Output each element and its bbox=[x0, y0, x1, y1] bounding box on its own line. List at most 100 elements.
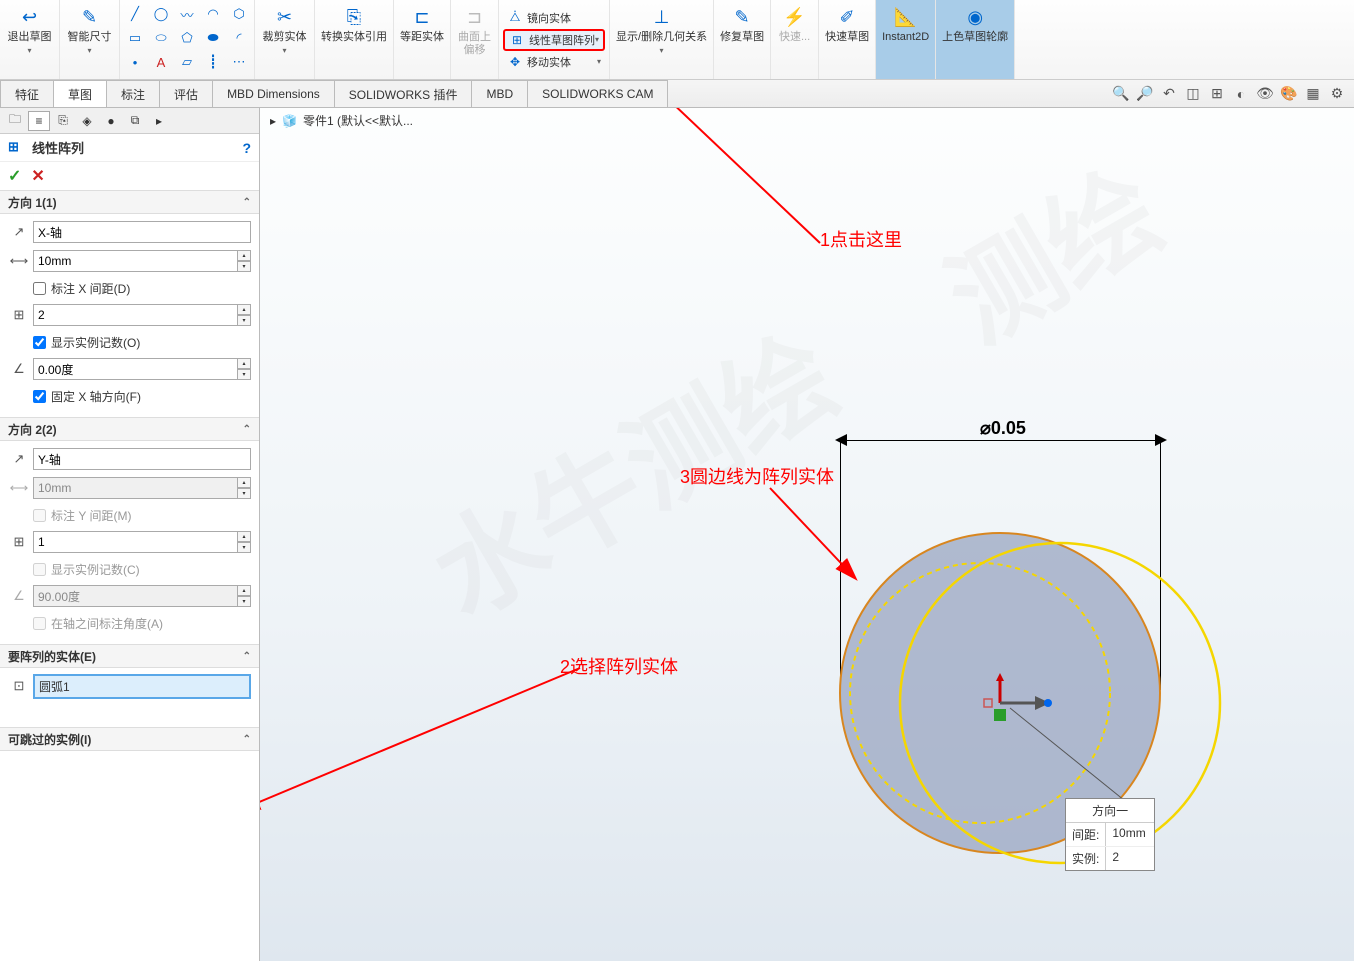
appearance-icon[interactable]: 🎨 bbox=[1280, 85, 1298, 103]
zoom-fit-icon[interactable]: 🔍 bbox=[1112, 85, 1130, 103]
expand-icon[interactable]: ▸ bbox=[270, 114, 276, 128]
count-icon: ⊞ bbox=[8, 304, 30, 326]
tab-addins[interactable]: SOLIDWORKS 插件 bbox=[334, 80, 473, 107]
dir1-angle-input[interactable] bbox=[33, 358, 238, 380]
heads-up-toolbar: 🔍 🔎 ↶ ◫ ⊞ ◐ 👁 🎨 ▦ ⚙ bbox=[1112, 80, 1354, 107]
exit-sketch-button[interactable]: ↩ 退出草图 ▾ bbox=[0, 0, 60, 79]
dir2-spacing-row: ⟷ ▴▾ bbox=[8, 476, 251, 500]
reverse-icon[interactable]: ↗ bbox=[8, 448, 30, 470]
tab-sketch[interactable]: 草图 bbox=[53, 80, 107, 107]
sketch-origin[interactable] bbox=[980, 673, 1060, 733]
zoom-area-icon[interactable]: 🔎 bbox=[1136, 85, 1154, 103]
tab-features[interactable]: 特征 bbox=[0, 80, 54, 107]
scene-icon[interactable]: ▦ bbox=[1304, 85, 1322, 103]
dir1-spacing-input[interactable] bbox=[33, 250, 238, 272]
polygon-icon[interactable]: ⬠ bbox=[174, 26, 200, 50]
dropdown-icon[interactable]: ▾ bbox=[595, 35, 599, 44]
dir2-axis-input[interactable] bbox=[33, 448, 251, 470]
entities-selection-box[interactable]: 圆弧1 bbox=[33, 674, 251, 699]
circle-icon[interactable]: ◯ bbox=[148, 2, 174, 26]
smart-dimension-button[interactable]: ✎ 智能尺寸 ▾ bbox=[60, 0, 120, 79]
fm-tab-hide[interactable]: ⧉ bbox=[124, 111, 146, 131]
group-dir1-body: ↗ ⟷ ▴▾ 标注 X 间距(D) ⊞ ▴▾ 显示实例记数(O) ∠ bbox=[0, 214, 259, 417]
dir1-dim-spacing-check[interactable] bbox=[33, 282, 46, 295]
offset-entities-button[interactable]: ⊏ 等距实体 bbox=[394, 0, 451, 79]
show-delete-rel-button[interactable]: ⊥ 显示/删除几何关系 ▾ bbox=[610, 0, 714, 79]
display-style-icon[interactable]: ◐ bbox=[1232, 85, 1250, 103]
repair-sketch-button[interactable]: ✎ 修复草图 bbox=[714, 0, 771, 79]
line-icon[interactable]: ╱ bbox=[122, 2, 148, 26]
more-icon[interactable]: ⋯ bbox=[226, 50, 252, 74]
dir1-show-instance-check[interactable] bbox=[33, 336, 46, 349]
surface-offset-button[interactable]: ⊐ 曲面上偏移 bbox=[451, 0, 499, 79]
offset-icon: ⊏ bbox=[410, 5, 434, 29]
dir2-show-instance-check bbox=[33, 563, 46, 576]
group-dir2-body: ↗ ⟷ ▴▾ 标注 Y 间距(M) ⊞ ▴▾ 显示实例记数(C) ∠ bbox=[0, 441, 259, 644]
repair-icon: ✎ bbox=[730, 5, 754, 29]
dir1-count-input[interactable] bbox=[33, 304, 238, 326]
reverse-icon[interactable]: ↗ bbox=[8, 221, 30, 243]
tab-mbd-dim[interactable]: MBD Dimensions bbox=[212, 80, 335, 107]
convert-icon: ⎘ bbox=[342, 5, 366, 29]
text-icon[interactable]: A bbox=[148, 50, 174, 74]
diameter-dimension[interactable]: ⌀0.05 bbox=[980, 418, 1026, 439]
pattern-info-box[interactable]: 方向一 间距:10mm 实例:2 bbox=[1065, 798, 1155, 871]
tab-cam[interactable]: SOLIDWORKS CAM bbox=[527, 80, 668, 107]
group-dir1-header[interactable]: 方向 1(1)⌃ bbox=[0, 190, 259, 214]
ellipse-icon[interactable]: ⬬ bbox=[200, 26, 226, 50]
fm-tab-tree[interactable]: 🗀 bbox=[4, 111, 26, 131]
breadcrumb[interactable]: ▸ 🧊 零件1 (默认<<默认... bbox=[270, 112, 413, 129]
hide-show-icon[interactable]: 👁 bbox=[1256, 85, 1274, 103]
fm-tab-display[interactable]: ● bbox=[100, 111, 122, 131]
slot-icon[interactable]: ⬭ bbox=[148, 26, 174, 50]
cancel-button[interactable]: ✕ bbox=[31, 166, 44, 186]
fm-tab-dim[interactable]: ◈ bbox=[76, 111, 98, 131]
fm-tab-config[interactable]: ⎘ bbox=[52, 111, 74, 131]
command-tabs: 特征 草图 标注 评估 MBD Dimensions SOLIDWORKS 插件… bbox=[0, 80, 1354, 108]
rect-icon[interactable]: ▭ bbox=[122, 26, 148, 50]
plane-icon[interactable]: ▱ bbox=[174, 50, 200, 74]
view-orient-icon[interactable]: ⊞ bbox=[1208, 85, 1226, 103]
dir2-dim-spacing-check bbox=[33, 509, 46, 522]
dimension-icon: ✎ bbox=[78, 5, 102, 29]
prev-view-icon[interactable]: ↶ bbox=[1160, 85, 1178, 103]
exit-sketch-icon: ↩ bbox=[18, 5, 42, 29]
spacing-icon: ⟷ bbox=[8, 250, 30, 272]
trim-button[interactable]: ✂ 裁剪实体 ▾ bbox=[255, 0, 315, 79]
dir1-fix-axis-check[interactable] bbox=[33, 390, 46, 403]
quick-button[interactable]: ⚡ 快速... bbox=[771, 0, 819, 79]
spin-up[interactable]: ▴ bbox=[237, 250, 251, 261]
fm-tab-pm[interactable]: ≡ bbox=[28, 111, 50, 131]
graphics-canvas[interactable]: ▸ 🧊 零件1 (默认<<默认... 水牛测绘 测绘 ⌀0.05 bbox=[260, 108, 1354, 961]
dir2-count-input[interactable] bbox=[33, 531, 238, 553]
group-dir2-header[interactable]: 方向 2(2)⌃ bbox=[0, 417, 259, 441]
instant2d-button[interactable]: 📐 Instant2D bbox=[876, 0, 936, 79]
tab-annotate[interactable]: 标注 bbox=[106, 80, 160, 107]
move-icon: ✥ bbox=[507, 54, 523, 70]
tab-mbd[interactable]: MBD bbox=[471, 80, 528, 107]
point-icon[interactable]: • bbox=[122, 50, 148, 74]
dir1-axis-input[interactable] bbox=[33, 221, 251, 243]
arc-icon[interactable]: ◠ bbox=[200, 2, 226, 26]
fm-tab-more[interactable]: ▸ bbox=[148, 111, 170, 131]
spline-icon[interactable]: 〰 bbox=[174, 2, 200, 26]
collapse-icon[interactable]: ⌃ bbox=[243, 197, 251, 208]
mirror-entity-button[interactable]: ⧊ 镜向实体 bbox=[503, 7, 605, 29]
settings-icon[interactable]: ⚙ bbox=[1328, 85, 1346, 103]
centerline-icon[interactable]: ┋ bbox=[200, 50, 226, 74]
convert-button[interactable]: ⎘ 转换实体引用 bbox=[315, 0, 394, 79]
chamfer-icon[interactable]: ⬡ bbox=[226, 2, 252, 26]
ok-button[interactable]: ✓ bbox=[8, 166, 21, 186]
section-icon[interactable]: ◫ bbox=[1184, 85, 1202, 103]
group-entities-header[interactable]: 要阵列的实体(E)⌃ bbox=[0, 644, 259, 668]
angle-icon: ∠ bbox=[8, 585, 30, 607]
move-entity-button[interactable]: ✥ 移动实体 ▾ bbox=[503, 51, 605, 73]
linear-pattern-button[interactable]: ⊞ 线性草图阵列 ▾ bbox=[503, 29, 605, 51]
quick-sketch-button[interactable]: ✐ 快速草图 bbox=[819, 0, 876, 79]
group-skip-header[interactable]: 可跳过的实例(I)⌃ bbox=[0, 727, 259, 751]
help-icon[interactable]: ? bbox=[242, 140, 251, 156]
spin-down[interactable]: ▾ bbox=[237, 261, 251, 272]
tab-evaluate[interactable]: 评估 bbox=[159, 80, 213, 107]
fillet-icon[interactable]: ◜ bbox=[226, 26, 252, 50]
color-outline-button[interactable]: ◉ 上色草图轮廓 bbox=[936, 0, 1015, 79]
